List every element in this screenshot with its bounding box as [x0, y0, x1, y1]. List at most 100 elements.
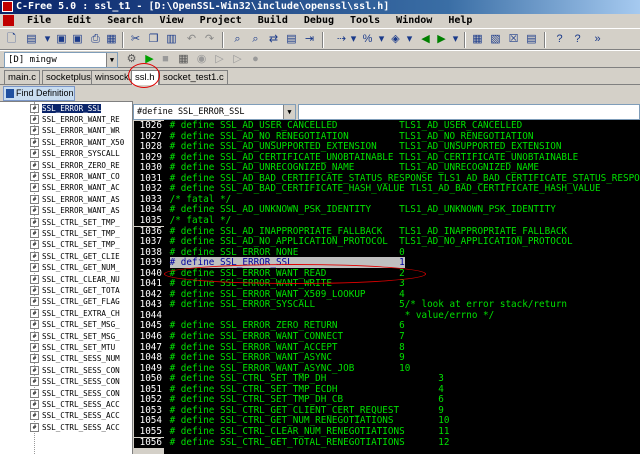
compile-icon[interactable]: ⚙	[124, 52, 139, 67]
symbol-tree-item[interactable]: # SSL_CTRL_GET_FLAG	[30, 296, 120, 307]
symbol-tree-item[interactable]: # SSL_CTRL_GET_TOTA	[30, 285, 120, 296]
open-folder-icon[interactable]: ▤	[24, 32, 39, 47]
macro-icon: #	[30, 126, 39, 136]
document-icon	[3, 15, 14, 26]
symbol-tree-item[interactable]: # SSL_CTRL_EXTRA_CH	[30, 308, 120, 319]
symbol-tree-item[interactable]: # SSL_ERROR_WANT_AS	[30, 205, 120, 216]
preview-icon[interactable]: ▦	[104, 32, 119, 47]
file-tabs: main.c socketplus.c winsock.h ssl.h sock…	[0, 68, 640, 85]
menu-tools[interactable]: Tools	[345, 14, 385, 28]
back-arrow-icon[interactable]: ◀	[418, 32, 433, 47]
tab-main-c[interactable]: main.c	[4, 70, 40, 84]
symbol-tree-item[interactable]: # SSL_CTRL_SESS_CON	[30, 388, 120, 399]
close-window-icon[interactable]: ☒	[506, 32, 521, 47]
symbol-tree-item[interactable]: # SSL_ERROR_WANT_WR	[30, 125, 120, 136]
symbol-tree-item[interactable]: # SSL_CTRL_SESS_CON	[30, 376, 120, 387]
replace-icon[interactable]: ⇄	[266, 32, 281, 47]
print-icon[interactable]: ⎙	[88, 32, 103, 47]
save-icon[interactable]: ▣	[54, 32, 69, 47]
menu-window[interactable]: Window	[391, 14, 437, 28]
menu-help[interactable]: Help	[443, 14, 477, 28]
symbol-tree-item[interactable]: # SSL_CTRL_SET_TMP_	[30, 217, 120, 228]
menu-edit[interactable]: Edit	[62, 14, 96, 28]
copy-icon[interactable]: ❐	[146, 32, 161, 47]
find-in-files-icon[interactable]: ▤	[284, 32, 299, 47]
find-icon[interactable]: ⌕	[230, 32, 245, 47]
menu-build[interactable]: Build	[253, 14, 293, 28]
cascade-windows-icon[interactable]: ▧	[488, 32, 503, 47]
code-editor[interactable]: 1026 # define SSL_AD_USER_CANCELLED TLS1…	[134, 120, 640, 454]
redo-icon[interactable]: ↷	[202, 32, 217, 47]
code-line[interactable]: 1056 # define SSL_CTRL_GET_TOTAL_RENEGOT…	[134, 437, 449, 449]
symbol-tree-item[interactable]: # SSL_CTRL_SESS_NUM	[30, 353, 120, 364]
undo-icon[interactable]: ↶	[184, 32, 199, 47]
symbol-tree-item[interactable]: # SSL_CTRL_SESS_CON	[30, 365, 120, 376]
toolbar-options-icon[interactable]: »	[590, 32, 605, 47]
open-dropdown-icon[interactable]: ▾	[40, 32, 55, 47]
symbol-tree-item[interactable]: # SSL_ERROR_WANT_X50	[30, 137, 124, 148]
line-number: 1046	[134, 331, 164, 343]
symbol-tree-item[interactable]: # SSL_CTRL_SESS_ACC	[30, 422, 120, 433]
symbol-tree-item[interactable]: # SSL_CTRL_GET_NUM_	[30, 262, 120, 273]
window-list-icon[interactable]: ▤	[524, 32, 539, 47]
comment-dropdown-icon[interactable]: ▾	[374, 32, 389, 47]
tab-ssl-h[interactable]: ssl.h	[131, 70, 159, 85]
cut-icon[interactable]: ✂	[128, 32, 143, 47]
symbol-tree-item[interactable]: # SSL_ERROR_SYSCALL	[30, 148, 120, 159]
symbol-tree-item[interactable]: # SSL_ERROR_WANT_AC	[30, 182, 120, 193]
symbol-tree-item[interactable]: # SSL_CTRL_GET_CLIE	[30, 251, 120, 262]
nav-dropdown-icon[interactable]: ▾	[448, 32, 463, 47]
symbol-tree-item[interactable]: # SSL_CTRL_SET_TMP_	[30, 239, 120, 250]
symbol-tree-item[interactable]: # SSL_CTRL_SET_MSG_	[30, 331, 120, 342]
symbol-tree-item[interactable]: # SSL_CTRL_SET_MTU	[30, 342, 115, 353]
comment-icon[interactable]: %	[360, 32, 375, 47]
toolbar-separator	[222, 32, 224, 48]
code-text: # define SSL_CTRL_SET_TMP_DH_CB 6	[169, 394, 444, 406]
menu-project[interactable]: Project	[195, 14, 247, 28]
menu-debug[interactable]: Debug	[299, 14, 339, 28]
help-icon[interactable]: ?	[552, 32, 567, 47]
bookmark-dropdown-icon[interactable]: ▾	[402, 32, 417, 47]
chevron-down-icon[interactable]: ▼	[283, 105, 295, 119]
chevron-down-icon[interactable]: ▼	[106, 53, 117, 67]
symbol-tree-item[interactable]: # SSL_ERROR_ZERO_RE	[30, 160, 120, 171]
symbol-select[interactable]: #define SSL_ERROR_SSL ▼	[133, 104, 296, 120]
symbol-tree-item[interactable]: # SSL_ERROR_WANT_RE	[30, 114, 120, 125]
symbol-tree-item[interactable]: # SSL_CTRL_CLEAR_NU	[30, 274, 120, 285]
symbol-tree-item[interactable]: # SSL_CTRL_SESS_ACC	[30, 410, 120, 421]
symbol-tree-item[interactable]: # SSL_CTRL_SET_TMP_	[30, 228, 120, 239]
step-icon[interactable]: ▷	[212, 52, 227, 67]
macro-icon: #	[30, 365, 39, 375]
forward-arrow-icon[interactable]: ▶	[434, 32, 449, 47]
indent-dropdown-icon[interactable]: ▾	[346, 32, 361, 47]
help-context-icon[interactable]: ?	[570, 32, 585, 47]
tile-windows-icon[interactable]: ▦	[470, 32, 485, 47]
new-file-icon[interactable]: 🗋	[4, 32, 19, 47]
debug-icon[interactable]: ◉	[194, 52, 209, 67]
symbol-tree-item[interactable]: # SSL_ERROR_SSL	[30, 103, 102, 114]
menu-file[interactable]: File	[22, 14, 56, 28]
symbol-tree-item[interactable]: # SSL_CTRL_SET_MSG_	[30, 319, 120, 330]
symbol-tree-item[interactable]: # SSL_CTRL_SESS_ACC	[30, 399, 120, 410]
menu-search[interactable]: Search	[102, 14, 148, 28]
goto-icon[interactable]: ⇥	[302, 32, 317, 47]
bookmark-icon[interactable]: ◈	[388, 32, 403, 47]
line-number: 1055	[134, 426, 164, 438]
symbol-tree-item-label: SSL_CTRL_SESS_NUM	[42, 354, 120, 364]
stop-icon[interactable]: ■	[158, 52, 173, 67]
tab-socket-test1-c[interactable]: socket_test1.c	[159, 70, 228, 84]
build-icon[interactable]: ▦	[176, 52, 191, 67]
member-select[interactable]	[298, 104, 640, 120]
symbol-tree-item-label: SSL_CTRL_GET_TOTA	[42, 285, 120, 295]
find-definition-button[interactable]: Find Definition	[3, 86, 75, 101]
symbol-tree-item[interactable]: # SSL_ERROR_WANT_AS	[30, 194, 120, 205]
breakpoint-icon[interactable]: ●	[248, 52, 263, 67]
save-all-icon[interactable]: ▣	[70, 32, 85, 47]
menu-view[interactable]: View	[154, 14, 188, 28]
find-next-icon[interactable]: ⌕	[248, 32, 263, 47]
step-over-icon[interactable]: ▷	[230, 52, 245, 67]
paste-icon[interactable]: ▥	[164, 32, 179, 47]
run-icon[interactable]: ▶	[142, 52, 157, 67]
build-config-select[interactable]: [D] mingw ▼	[4, 52, 118, 68]
symbol-tree-item[interactable]: # SSL_ERROR_WANT_CO	[30, 171, 120, 182]
